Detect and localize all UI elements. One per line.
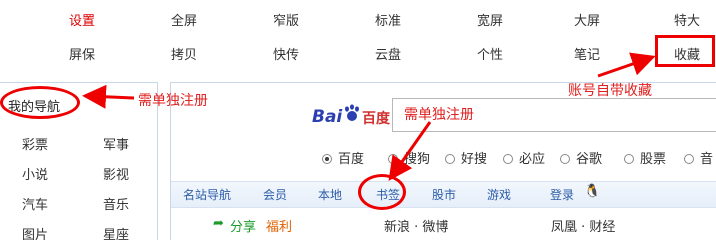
page: 设置 全屏 窄版 标准 宽屏 大屏 特大 屏保 拷贝 快传 云盘 个性 笔记 收… — [0, 0, 716, 240]
annotation-arrows — [82, 52, 656, 181]
